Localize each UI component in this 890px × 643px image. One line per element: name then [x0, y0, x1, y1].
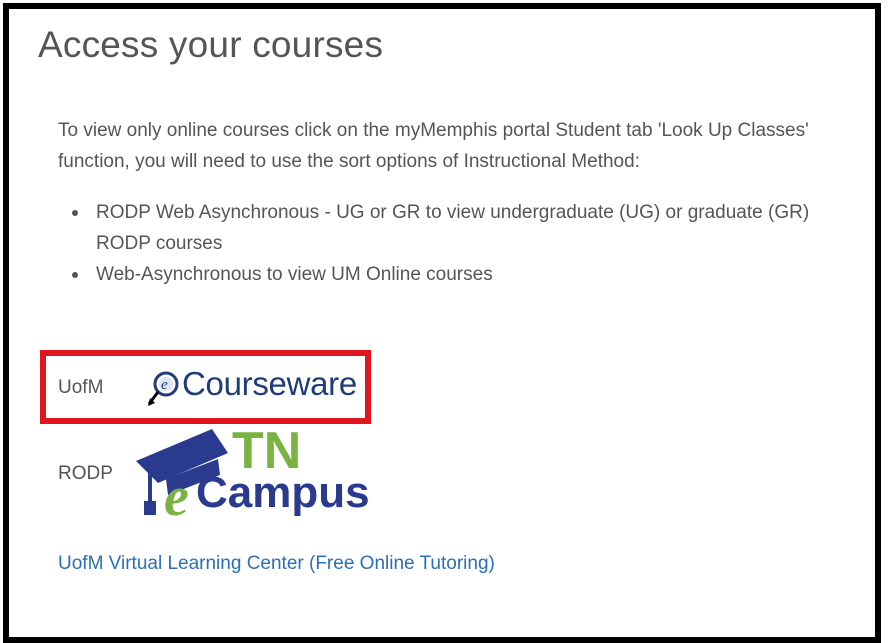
- courseware-logo-link[interactable]: e Courseware: [146, 360, 357, 408]
- svg-text:e: e: [161, 377, 168, 393]
- list-item: RODP Web Asynchronous - UG or GR to view…: [58, 197, 858, 259]
- magnifier-e-icon: e: [147, 371, 179, 406]
- rodp-label: RODP: [58, 463, 113, 484]
- intro-text: To view only online courses click on the…: [58, 120, 809, 172]
- campus-logo-text[interactable]: Campus: [196, 471, 370, 515]
- virtual-learning-center-link[interactable]: UofM Virtual Learning Center (Free Onlin…: [58, 553, 495, 575]
- page-title: Access your courses: [38, 24, 384, 65]
- instruction-list: RODP Web Asynchronous - UG or GR to view…: [58, 197, 858, 290]
- courseware-logo-text: Courseware: [182, 365, 357, 402]
- list-item: Web-Asynchronous to view UM Online cours…: [58, 259, 858, 290]
- content-frame: [3, 3, 881, 643]
- uofm-label: UofM: [58, 377, 104, 398]
- ecampus-e-letter: e: [164, 466, 189, 523]
